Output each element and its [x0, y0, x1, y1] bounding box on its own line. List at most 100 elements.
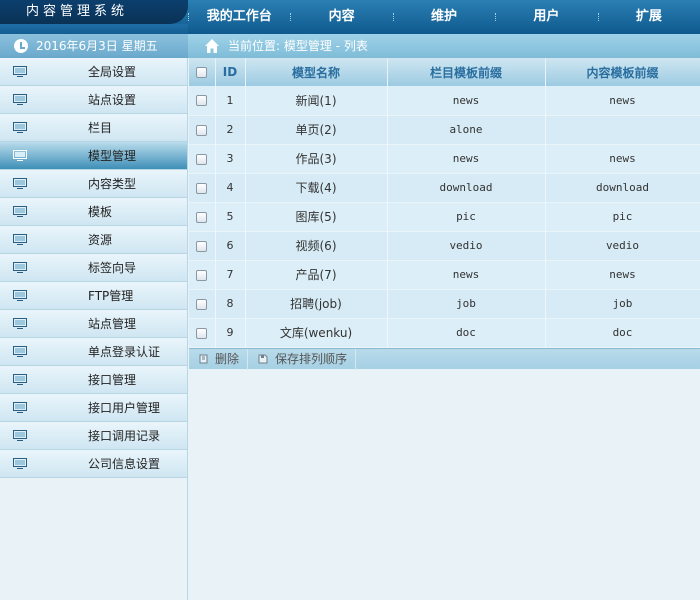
sidebar-item[interactable]: 全局设置: [0, 58, 187, 86]
row-select-cell: [189, 115, 216, 144]
col-header-content-prefix[interactable]: 内容模板前缀: [545, 58, 700, 86]
nav-workbench[interactable]: 我的工作台: [188, 0, 290, 34]
cell-model-name: 视频(6): [245, 231, 388, 260]
sidebar-item-label: 模板: [88, 205, 113, 219]
sidebar-item-label: 模型管理: [88, 149, 137, 163]
cell-id: 5: [215, 202, 246, 231]
row-checkbox[interactable]: [196, 95, 208, 107]
sidebar-item[interactable]: 接口用户管理: [0, 394, 187, 422]
cell-id: 4: [215, 173, 246, 202]
monitor-icon: [13, 262, 27, 273]
breadcrumb-text: 当前位置: 模型管理 - 列表: [228, 39, 368, 53]
clock-icon: [14, 39, 28, 53]
row-checkbox[interactable]: [196, 240, 208, 252]
row-select-cell: [189, 318, 216, 347]
select-all-cell: [189, 58, 216, 86]
sidebar-item-label: FTP管理: [88, 289, 134, 303]
cell-channel-prefix: vedio: [387, 231, 546, 260]
nav-extensions[interactable]: 扩展: [597, 0, 700, 34]
cell-model-name: 作品(3): [245, 144, 388, 173]
cell-id: 1: [215, 86, 246, 115]
sidebar-item-label: 接口管理: [88, 373, 137, 387]
row-checkbox[interactable]: [196, 153, 208, 165]
monitor-icon: [13, 402, 27, 413]
col-header-id[interactable]: ID: [215, 58, 246, 86]
row-checkbox[interactable]: [196, 124, 208, 136]
table-row[interactable]: 6 视频(6) vedio vedio: [189, 231, 700, 260]
save-order-button[interactable]: 保存排列顺序: [248, 348, 357, 370]
cell-channel-prefix: news: [387, 260, 546, 289]
sidebar-item-label: 接口用户管理: [88, 401, 161, 415]
row-checkbox[interactable]: [196, 298, 208, 310]
table-row[interactable]: 5 图库(5) pic pic: [189, 202, 700, 231]
table-row[interactable]: 7 产品(7) news news: [189, 260, 700, 289]
table-row[interactable]: 4 下载(4) download download: [189, 173, 700, 202]
home-icon: [205, 39, 219, 53]
sidebar-item[interactable]: 接口调用记录: [0, 422, 187, 450]
sidebar-item[interactable]: 资源: [0, 226, 187, 254]
cell-channel-prefix: job: [387, 289, 546, 318]
delete-label: 删除: [215, 352, 240, 366]
cell-content-prefix: job: [545, 289, 700, 318]
nav-maintenance[interactable]: 维护: [392, 0, 495, 34]
save-icon: [258, 354, 268, 364]
cell-id: 9: [215, 318, 246, 347]
sidebar-item[interactable]: 站点管理: [0, 310, 187, 338]
cell-model-name: 文库(wenku): [245, 318, 388, 347]
cell-channel-prefix: pic: [387, 202, 546, 231]
select-all-checkbox[interactable]: [196, 67, 208, 78]
save-order-label: 保存排列顺序: [275, 352, 348, 366]
sidebar-item[interactable]: 公司信息设置: [0, 450, 187, 478]
row-select-cell: [189, 260, 216, 289]
date-display: 2016年6月3日 星期五: [0, 34, 188, 58]
sidebar-item[interactable]: 站点设置: [0, 86, 187, 114]
monitor-icon: [13, 94, 27, 105]
sidebar-item[interactable]: 栏目: [0, 114, 187, 142]
cell-id: 8: [215, 289, 246, 318]
table-row[interactable]: 8 招聘(job) job job: [189, 289, 700, 318]
monitor-icon: [13, 374, 27, 385]
row-checkbox[interactable]: [196, 211, 208, 223]
col-header-name[interactable]: 模型名称: [245, 58, 388, 86]
sidebar-item-label: 栏目: [88, 121, 113, 135]
table-row[interactable]: 2 单页(2) alone: [189, 115, 700, 144]
nav-content[interactable]: 内容: [290, 0, 392, 34]
cell-channel-prefix: download: [387, 173, 546, 202]
action-bar: 删除 保存排列顺序: [189, 347, 700, 370]
sidebar-item[interactable]: 内容类型: [0, 170, 187, 198]
delete-button[interactable]: 删除: [189, 348, 249, 370]
table-row[interactable]: 9 文库(wenku) doc doc: [189, 318, 700, 347]
table-row[interactable]: 1 新闻(1) news news: [189, 86, 700, 115]
top-bar: 内容管理系统 我的工作台 内容 维护 用户 扩展: [0, 0, 700, 34]
monitor-icon: [13, 234, 27, 245]
sidebar-item[interactable]: 模板: [0, 198, 187, 226]
sidebar-item-label: 标签向导: [88, 261, 137, 275]
sidebar: 全局设置站点设置栏目模型管理内容类型模板资源标签向导 FTP管理站点管理 单点登录认…: [0, 58, 188, 600]
sidebar-item[interactable]: 单点登录认证: [0, 338, 187, 366]
sidebar-item[interactable]: FTP管理: [0, 282, 187, 310]
monitor-icon: [13, 318, 27, 329]
monitor-icon: [13, 290, 27, 301]
model-table: ID 模型名称 栏目模板前缀 内容模板前缀 1 新闻(1) news news 2 单页(…: [189, 58, 700, 348]
top-nav: 我的工作台 内容 维护 用户 扩展: [188, 0, 700, 34]
table-row[interactable]: 3 作品(3) news news: [189, 144, 700, 173]
cell-channel-prefix: alone: [387, 115, 546, 144]
sidebar-item-label: 站点设置: [88, 93, 137, 107]
col-header-channel-prefix[interactable]: 栏目模板前缀: [387, 58, 546, 86]
row-checkbox[interactable]: [196, 182, 208, 194]
cell-id: 3: [215, 144, 246, 173]
sidebar-item[interactable]: 接口管理: [0, 366, 187, 394]
row-checkbox[interactable]: [196, 269, 208, 281]
app-title: 内容管理系统: [0, 0, 188, 24]
cell-channel-prefix: news: [387, 144, 546, 173]
sidebar-item-label: 接口调用记录: [88, 429, 161, 443]
nav-users[interactable]: 用户: [495, 0, 597, 34]
monitor-icon: [13, 178, 27, 189]
table-header-row: ID 模型名称 栏目模板前缀 内容模板前缀: [189, 58, 700, 86]
sidebar-item[interactable]: 模型管理: [0, 142, 187, 170]
cell-content-prefix: news: [545, 144, 700, 173]
cell-id: 7: [215, 260, 246, 289]
row-select-cell: [189, 231, 216, 260]
row-checkbox[interactable]: [196, 327, 208, 339]
sidebar-item[interactable]: 标签向导: [0, 254, 187, 282]
